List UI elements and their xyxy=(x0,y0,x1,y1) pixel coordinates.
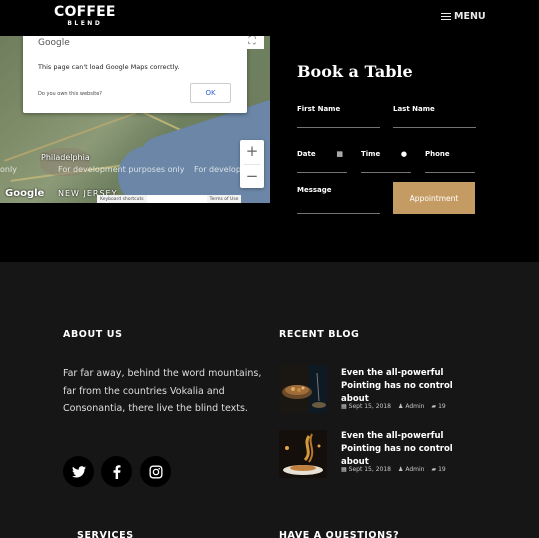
services-title: SERVICES xyxy=(77,530,134,538)
blog-post-title-1[interactable]: Even the all-powerful Pointing has no co… xyxy=(341,367,481,406)
about-title: ABOUT US xyxy=(63,329,123,340)
google-logo: Google xyxy=(38,38,70,48)
user-icon: ♟ xyxy=(397,403,404,410)
comment-icon: ▰ xyxy=(431,466,437,473)
keyboard-shortcuts-link[interactable]: Keyboard shortcuts xyxy=(97,197,147,202)
map-label-philadelphia: Philadelphia xyxy=(41,153,90,162)
navbar: COFFEE BLEND MENU xyxy=(0,0,539,36)
booking-title: Book a Table xyxy=(297,62,413,81)
phone-field[interactable]: Phone xyxy=(425,150,475,173)
message-field[interactable]: Message xyxy=(297,186,380,214)
map-attribution-bar: Keyboard shortcuts Terms of Use xyxy=(97,195,242,203)
zoom-out-button[interactable]: − xyxy=(240,165,264,189)
brand-top: COFFEE xyxy=(54,4,116,20)
blog-meta-1: ▦ Sept 15, 2018 ♟ Admin ▰ 19 xyxy=(341,403,446,410)
twitter-icon[interactable] xyxy=(63,456,94,487)
footer: ABOUT US Far far away, behind the word m… xyxy=(0,262,539,538)
calendar-meta-icon: ▦ xyxy=(341,403,347,410)
zoom-in-button[interactable]: + xyxy=(240,140,264,164)
brand-logo[interactable]: COFFEE BLEND xyxy=(54,5,116,27)
menu-label: MENU xyxy=(454,11,486,22)
date-field[interactable]: Date ▦ xyxy=(297,150,347,173)
last-name-field[interactable]: Last Name xyxy=(393,105,476,128)
recent-blog-title: RECENT BLOG xyxy=(279,329,360,340)
first-name-field[interactable]: First Name xyxy=(297,105,380,128)
terms-link[interactable]: Terms of Use xyxy=(207,197,242,202)
time-field[interactable]: Time ● xyxy=(361,150,411,173)
map-error-dialog: Google This page can't load Google Maps … xyxy=(23,36,247,113)
calendar-meta-icon: ▦ xyxy=(341,466,347,473)
google-footer-logo: Google xyxy=(5,188,45,199)
appointment-button[interactable]: Appointment xyxy=(393,182,475,214)
google-map[interactable]: Philadelphia NEW JERSEY only For develop… xyxy=(0,36,270,203)
fullscreen-icon[interactable]: ⛶ xyxy=(240,36,264,49)
menu-toggle-button[interactable]: MENU xyxy=(441,11,486,22)
calendar-icon: ▦ xyxy=(336,150,343,158)
menu-icon xyxy=(441,12,451,21)
blog-post-title-2[interactable]: Even the all-powerful Pointing has no co… xyxy=(341,430,481,469)
blog-image-2[interactable] xyxy=(279,430,327,478)
blog-meta-2: ▦ Sept 15, 2018 ♟ Admin ▰ 19 xyxy=(341,466,446,473)
facebook-icon[interactable] xyxy=(101,456,132,487)
blog-image-1[interactable] xyxy=(279,365,327,413)
map-dev-text-1: For development purposes only xyxy=(58,165,185,174)
user-icon: ♟ xyxy=(397,466,404,473)
questions-title: HAVE A QUESTIONS? xyxy=(279,530,400,538)
zoom-control: + − xyxy=(240,140,264,188)
brand-bottom: BLEND xyxy=(67,20,103,27)
own-site-link[interactable]: Do you own this website? xyxy=(38,91,102,97)
ok-button[interactable]: OK xyxy=(190,83,231,103)
instagram-icon[interactable] xyxy=(140,456,171,487)
comment-icon: ▰ xyxy=(431,403,437,410)
map-error-message: This page can't load Google Maps correct… xyxy=(38,63,180,71)
clock-icon: ● xyxy=(400,150,407,158)
map-dev-text-left: only xyxy=(0,165,17,174)
map-dev-text-2: For develop xyxy=(194,165,241,174)
about-text: Far far away, behind the word mountains,… xyxy=(63,368,262,414)
